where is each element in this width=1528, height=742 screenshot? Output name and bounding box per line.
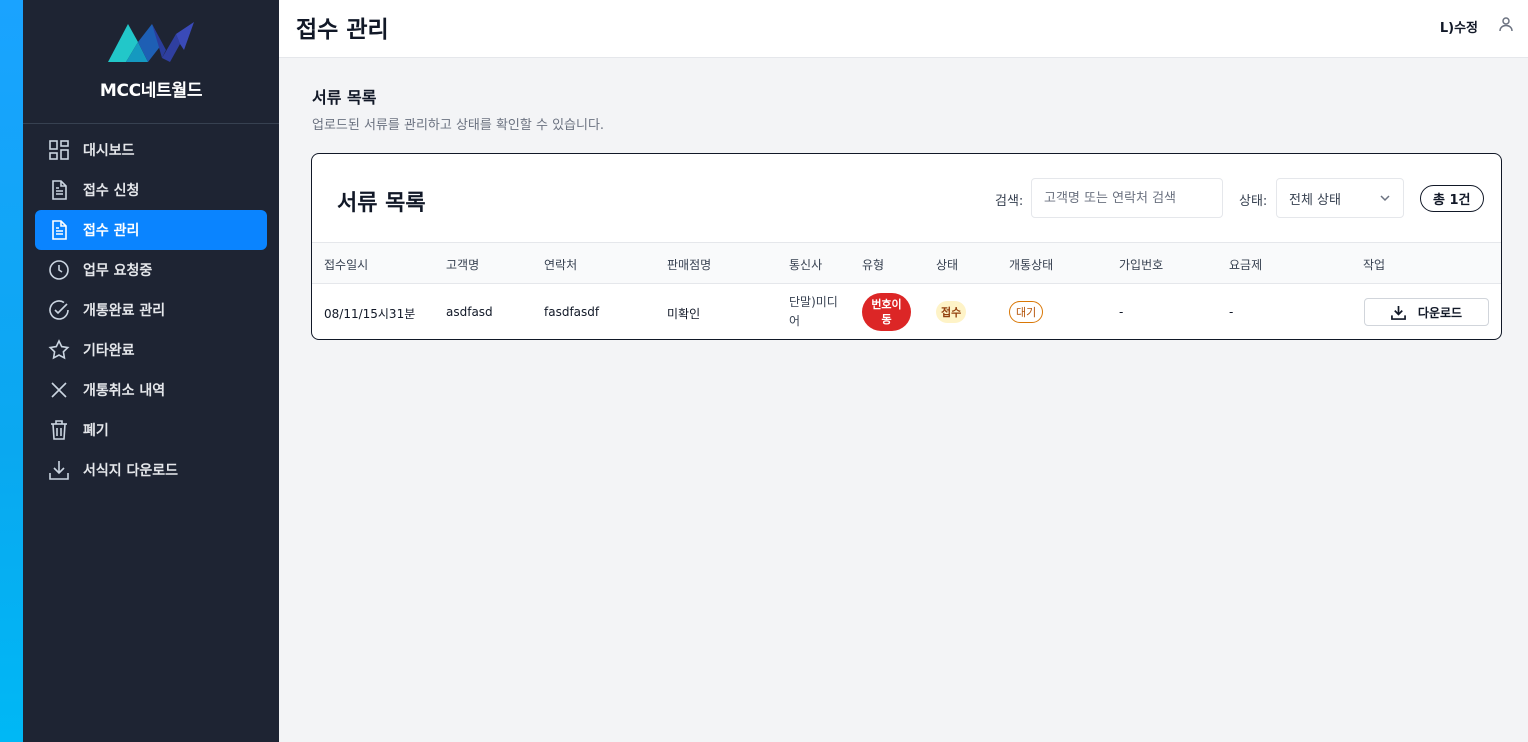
col-store: 판매점명 (667, 258, 712, 272)
download-button[interactable]: 다운로드 (1364, 298, 1489, 326)
sidebar-item-label: 기타완료 (83, 343, 135, 359)
star-icon (48, 339, 70, 361)
type-badge: 번호이동 (862, 293, 911, 331)
document-list-card: 서류 목록 검색: 상태: 전체 상태 총 1건 접수일시 고객명 연락처 판매… (311, 153, 1502, 340)
table-header: 접수일시 고객명 연락처 판매점명 통신사 유형 상태 개통상태 가입번호 요금… (312, 242, 1501, 284)
page-title: 접수 관리 (296, 17, 389, 43)
sidebar-item-manage[interactable]: 접수 관리 (35, 210, 267, 250)
brand-logo (108, 22, 194, 62)
sidebar-item-label: 업무 요청중 (83, 263, 153, 279)
user-name[interactable]: L)수정 (1440, 17, 1478, 36)
open-status-badge: 대기 (1009, 301, 1044, 323)
col-plan: 요금제 (1229, 258, 1263, 272)
sidebar-item-label: 접수 관리 (83, 223, 140, 239)
top-bar: 접수 관리 L)수정 (279, 0, 1528, 58)
sidebar: MCC네트월드 대시보드 접수 신청 접수 관리 업무 요청중 개통완료 관리 … (23, 0, 279, 742)
col-customer: 고객명 (446, 258, 480, 272)
download-icon (1391, 305, 1406, 320)
chevron-down-icon (1380, 195, 1390, 202)
table-row[interactable]: 08/11/15시31분 asdfasd fasdfasdf 미확인 단말)미디… (312, 284, 1501, 339)
document-icon (48, 179, 70, 201)
search-label: 검색: (995, 194, 1024, 209)
sidebar-item-cancel-history[interactable]: 개통취소 내역 (35, 370, 267, 410)
cell-store: 미확인 (667, 307, 701, 321)
section-title: 서류 목록 (312, 88, 377, 107)
cell-received-at: 08/11/15시31분 (324, 307, 416, 321)
cell-plan: - (1229, 305, 1234, 319)
sidebar-item-activation-done[interactable]: 개통완료 관리 (35, 290, 267, 330)
col-action: 작업 (1363, 258, 1386, 272)
col-type: 유형 (862, 258, 885, 272)
sidebar-item-apply[interactable]: 접수 신청 (35, 170, 267, 210)
download-icon (48, 459, 70, 481)
col-status: 상태 (936, 258, 959, 272)
sidebar-item-etc-done[interactable]: 기타완료 (35, 330, 267, 370)
x-icon (48, 379, 70, 401)
cell-carrier: 단말)미디어 (789, 295, 838, 328)
sidebar-item-label: 대시보드 (83, 143, 135, 159)
cell-contact: fasdfasdf (544, 305, 600, 319)
col-join-number: 가입번호 (1119, 258, 1164, 272)
sidebar-item-requests[interactable]: 업무 요청중 (35, 250, 267, 290)
sidebar-item-dashboard[interactable]: 대시보드 (35, 130, 267, 170)
sidebar-item-label: 개통완료 관리 (83, 303, 166, 319)
section-subtitle: 업로드된 서류를 관리하고 상태를 확인할 수 있습니다. (312, 118, 605, 133)
window-edge (0, 0, 23, 742)
brand-name: MCC네트월드 (99, 81, 203, 101)
status-select-value: 전체 상태 (1289, 192, 1341, 208)
col-open-status: 개통상태 (1009, 258, 1054, 272)
clock-icon (48, 259, 70, 281)
status-badge: 접수 (936, 301, 967, 323)
total-count-badge: 총 1건 (1420, 185, 1484, 212)
status-select[interactable]: 전체 상태 (1276, 178, 1404, 218)
card-title: 서류 목록 (337, 191, 426, 216)
sidebar-item-form-download[interactable]: 서식지 다운로드 (35, 450, 267, 490)
col-carrier: 통신사 (789, 258, 823, 272)
sidebar-item-label: 개통취소 내역 (83, 383, 166, 399)
search-input[interactable] (1031, 178, 1223, 218)
sidebar-item-label: 접수 신청 (83, 183, 140, 199)
col-received-at: 접수일시 (324, 258, 369, 272)
sidebar-nav: 대시보드 접수 신청 접수 관리 업무 요청중 개통완료 관리 기타완료 개통취… (23, 124, 279, 490)
trash-icon (48, 419, 70, 441)
sidebar-item-label: 폐기 (83, 423, 109, 439)
status-label: 상태: (1239, 194, 1268, 209)
dashboard-icon (48, 139, 70, 161)
section-header: 서류 목록 업로드된 서류를 관리하고 상태를 확인할 수 있습니다. (312, 84, 604, 133)
cell-customer: asdfasd (446, 305, 493, 319)
logo-area: MCC네트월드 (23, 0, 279, 124)
document-icon (48, 219, 70, 241)
user-icon[interactable] (1498, 16, 1514, 32)
cell-join-number: - (1119, 305, 1124, 319)
sidebar-item-discard[interactable]: 폐기 (35, 410, 267, 450)
col-contact: 연락처 (544, 258, 578, 272)
sidebar-item-label: 서식지 다운로드 (83, 463, 179, 479)
check-circle-icon (48, 299, 70, 321)
download-button-label: 다운로드 (1417, 305, 1463, 320)
